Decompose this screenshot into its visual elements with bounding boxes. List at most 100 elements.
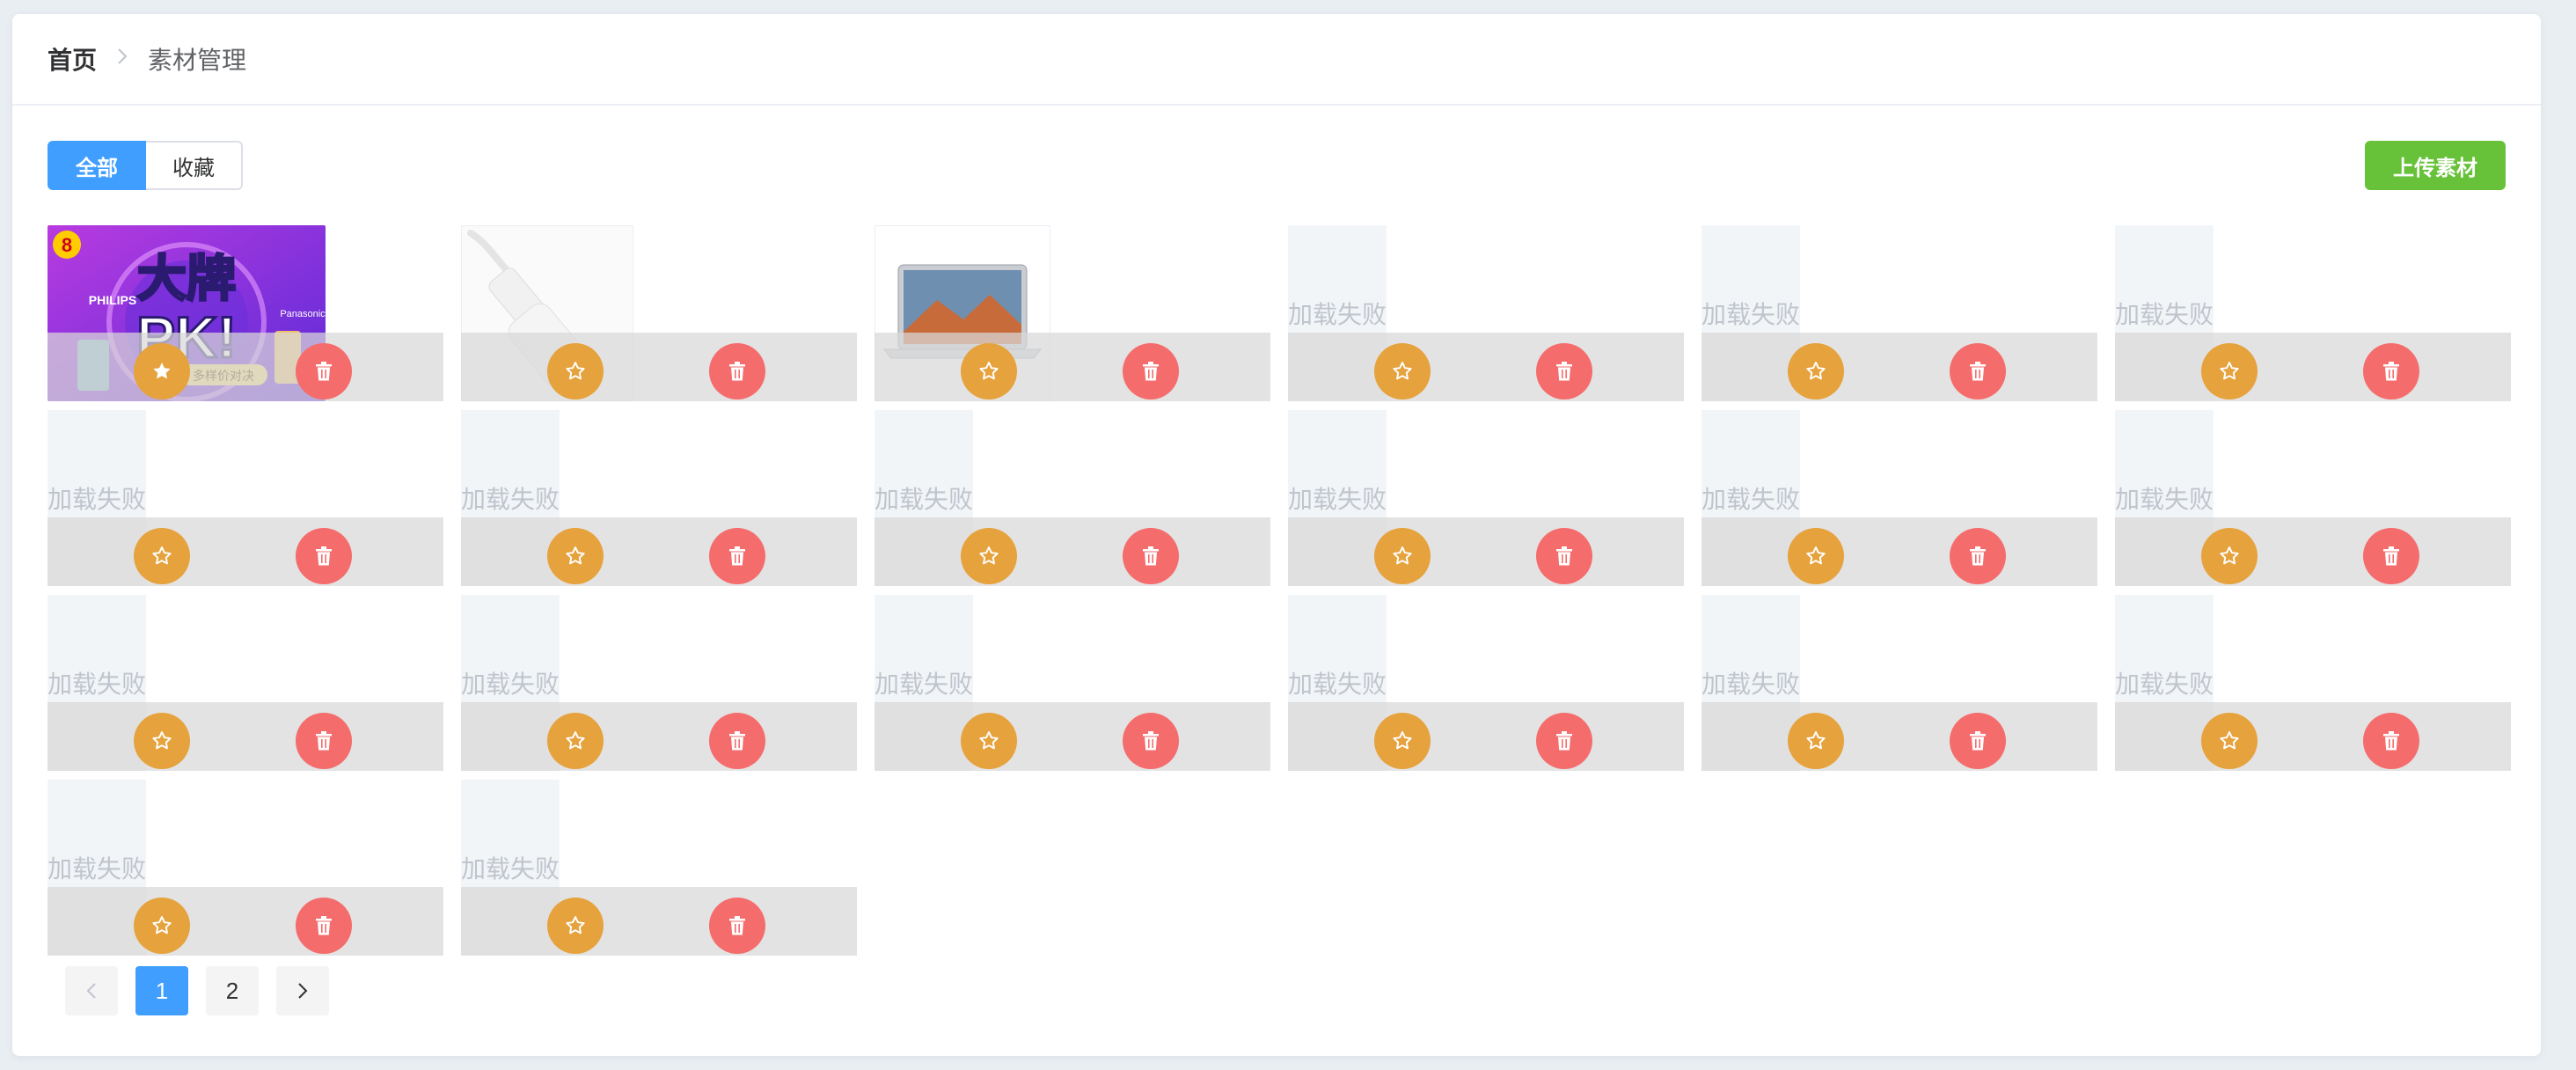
asset-card: 加载失败 bbox=[1288, 595, 1684, 771]
load-failed-text: 加载失败 bbox=[875, 486, 974, 513]
delete-button[interactable] bbox=[2363, 528, 2419, 584]
delete-button[interactable] bbox=[1536, 528, 1592, 584]
star-icon bbox=[1804, 360, 1827, 383]
asset-card bbox=[875, 225, 1270, 401]
asset-action-bar bbox=[1288, 333, 1684, 401]
favorite-button[interactable] bbox=[1788, 528, 1844, 584]
asset-card: 加载失败 bbox=[1701, 410, 2097, 586]
favorite-button[interactable] bbox=[961, 528, 1017, 584]
pagination: 1 2 bbox=[65, 966, 347, 1015]
trash-icon bbox=[1555, 730, 1574, 751]
delete-button[interactable] bbox=[709, 343, 765, 399]
asset-action-bar bbox=[48, 702, 443, 771]
asset-card: 加载失败 bbox=[2115, 225, 2511, 401]
next-page-button[interactable] bbox=[276, 966, 329, 1015]
trash-icon bbox=[314, 546, 333, 567]
tab-all[interactable]: 全部 bbox=[48, 141, 146, 190]
favorite-button[interactable] bbox=[961, 713, 1017, 769]
favorite-button[interactable] bbox=[134, 713, 190, 769]
promo-headline: 大牌 bbox=[137, 251, 236, 308]
favorite-button[interactable] bbox=[1788, 343, 1844, 399]
page-2-button[interactable]: 2 bbox=[206, 966, 259, 1015]
delete-button[interactable] bbox=[296, 528, 352, 584]
star-icon bbox=[150, 360, 173, 383]
breadcrumb-home[interactable]: 首页 bbox=[48, 41, 97, 77]
favorite-button[interactable] bbox=[547, 898, 604, 954]
star-icon bbox=[150, 729, 173, 752]
asset-action-bar bbox=[1701, 517, 2097, 586]
delete-button[interactable] bbox=[709, 898, 765, 954]
delete-button[interactable] bbox=[709, 528, 765, 584]
asset-action-bar bbox=[461, 333, 857, 401]
favorite-button[interactable] bbox=[1374, 713, 1431, 769]
upload-button[interactable]: 上传素材 bbox=[2365, 141, 2506, 190]
asset-card: 加载失败 bbox=[461, 595, 857, 771]
load-failed-text: 加载失败 bbox=[461, 486, 560, 513]
trash-icon bbox=[1968, 730, 1987, 751]
asset-action-bar bbox=[875, 333, 1270, 401]
asset-action-bar bbox=[48, 333, 443, 401]
delete-button[interactable] bbox=[296, 713, 352, 769]
asset-card: 加载失败 bbox=[48, 780, 443, 956]
delete-button[interactable] bbox=[2363, 343, 2419, 399]
asset-card: 加载失败 bbox=[1701, 225, 2097, 401]
favorite-button[interactable] bbox=[134, 898, 190, 954]
asset-action-bar bbox=[2115, 333, 2511, 401]
prev-page-button[interactable] bbox=[65, 966, 118, 1015]
favorite-button[interactable] bbox=[961, 343, 1017, 399]
favorite-button[interactable] bbox=[2201, 713, 2258, 769]
delete-button[interactable] bbox=[1123, 343, 1179, 399]
trash-icon bbox=[314, 730, 333, 751]
delete-button[interactable] bbox=[2363, 713, 2419, 769]
trash-icon bbox=[2382, 730, 2401, 751]
trash-icon bbox=[728, 730, 747, 751]
favorite-button[interactable] bbox=[1374, 528, 1431, 584]
load-failed-text: 加载失败 bbox=[875, 671, 974, 698]
delete-button[interactable] bbox=[296, 898, 352, 954]
favorite-button[interactable] bbox=[1788, 713, 1844, 769]
favorite-button[interactable] bbox=[2201, 343, 2258, 399]
delete-button[interactable] bbox=[709, 713, 765, 769]
breadcrumb: 首页 素材管理 bbox=[12, 14, 2541, 106]
asset-card: 加载失败 bbox=[1701, 595, 2097, 771]
trash-icon bbox=[1141, 730, 1160, 751]
favorite-button[interactable] bbox=[547, 528, 604, 584]
load-failed-text: 加载失败 bbox=[2115, 671, 2214, 698]
asset-action-bar bbox=[1701, 702, 2097, 771]
delete-button[interactable] bbox=[1536, 713, 1592, 769]
delete-button[interactable] bbox=[1123, 713, 1179, 769]
asset-card: 加载失败 bbox=[461, 410, 857, 586]
delete-button[interactable] bbox=[1950, 528, 2006, 584]
star-icon bbox=[150, 914, 173, 937]
delete-button[interactable] bbox=[1123, 528, 1179, 584]
star-icon bbox=[150, 545, 173, 568]
load-failed-text: 加载失败 bbox=[2115, 486, 2214, 513]
star-icon bbox=[564, 729, 587, 752]
delete-button[interactable] bbox=[296, 343, 352, 399]
toolbar: 全部 收藏 上传素材 bbox=[48, 141, 2506, 190]
asset-action-bar bbox=[875, 517, 1270, 586]
asset-action-bar bbox=[461, 702, 857, 771]
load-failed-text: 加载失败 bbox=[461, 855, 560, 883]
promo-brand-left: PHILIPS bbox=[89, 293, 136, 307]
asset-action-bar bbox=[1288, 517, 1684, 586]
star-icon bbox=[1391, 360, 1414, 383]
page-1-button[interactable]: 1 bbox=[135, 966, 188, 1015]
delete-button[interactable] bbox=[1950, 343, 2006, 399]
asset-card: 加载失败 bbox=[48, 595, 443, 771]
favorite-button[interactable] bbox=[547, 713, 604, 769]
star-icon bbox=[2218, 545, 2241, 568]
filter-tabs: 全部 收藏 bbox=[48, 141, 2506, 190]
favorite-button[interactable] bbox=[1374, 343, 1431, 399]
star-icon bbox=[2218, 729, 2241, 752]
tab-favorites[interactable]: 收藏 bbox=[146, 141, 243, 190]
delete-button[interactable] bbox=[1950, 713, 2006, 769]
favorite-button[interactable] bbox=[134, 343, 190, 399]
asset-action-bar bbox=[1288, 702, 1684, 771]
favorite-button[interactable] bbox=[134, 528, 190, 584]
star-icon bbox=[1804, 729, 1827, 752]
favorite-button[interactable] bbox=[547, 343, 604, 399]
load-failed-text: 加载失败 bbox=[48, 486, 147, 513]
favorite-button[interactable] bbox=[2201, 528, 2258, 584]
delete-button[interactable] bbox=[1536, 343, 1592, 399]
